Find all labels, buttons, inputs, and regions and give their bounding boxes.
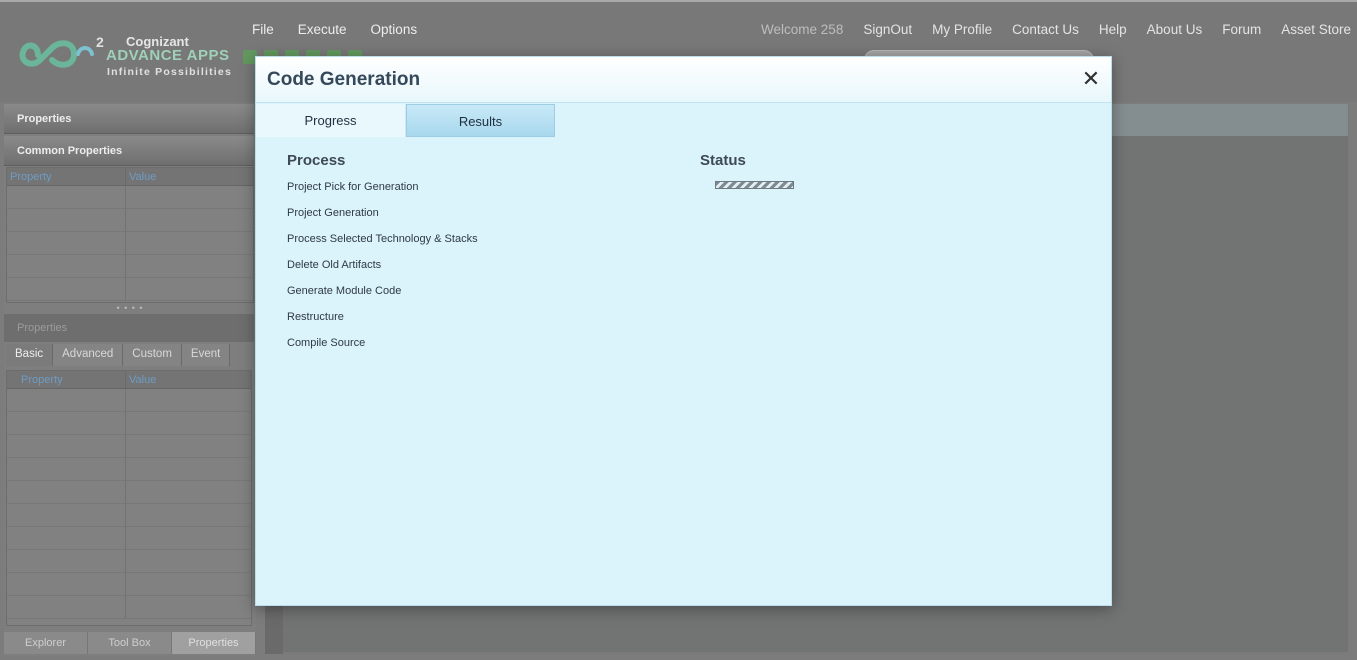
forum-link[interactable]: Forum <box>1222 22 1261 37</box>
logo-superscript: 2 <box>96 34 104 50</box>
workspace-gutter <box>265 604 283 654</box>
table-row[interactable] <box>7 435 251 458</box>
dialog-title: Code Generation <box>267 69 421 90</box>
grid-header-property[interactable]: Property <box>7 168 126 185</box>
tab-event[interactable]: Event <box>181 344 231 366</box>
process-list: Project Pick for Generation Project Gene… <box>287 181 478 363</box>
table-row[interactable] <box>7 209 253 232</box>
tab-advanced[interactable]: Advanced <box>53 344 124 366</box>
dialog-header: Code Generation ✕ <box>256 57 1111 103</box>
properties-grid: Property Value <box>6 370 252 626</box>
common-properties-title[interactable]: Common Properties <box>4 136 254 166</box>
code-generation-dialog: Code Generation ✕ Progress Results Proce… <box>255 56 1112 606</box>
close-icon[interactable]: ✕ <box>1081 68 1101 90</box>
list-item: Project Pick for Generation <box>287 181 419 193</box>
tab-explorer[interactable]: Explorer <box>4 632 88 654</box>
grid-header-property[interactable]: Property <box>7 371 126 388</box>
grid-header-value[interactable]: Value <box>126 371 159 388</box>
app-logo: 2 Cognizant ADVANCE APPS Infinite Possib… <box>18 34 238 82</box>
tab-basic[interactable]: Basic <box>6 344 54 366</box>
table-row[interactable] <box>7 481 251 504</box>
properties-panel-title: Properties <box>4 104 254 134</box>
left-panel: Properties Common Properties Property Va… <box>4 104 256 656</box>
table-row[interactable] <box>7 232 253 255</box>
logo-product: ADVANCE APPS <box>106 47 230 64</box>
grid-header: Property Value <box>7 168 253 186</box>
dialog-tabs: Progress Results <box>256 104 555 137</box>
logo-tagline: Infinite Possibilities <box>107 66 233 78</box>
list-item: Process Selected Technology & Stacks <box>287 233 478 245</box>
menu-execute[interactable]: Execute <box>298 22 347 37</box>
bottom-tabs: Explorer Tool Box Properties <box>4 632 256 654</box>
asset-store-link[interactable]: Asset Store <box>1281 22 1351 37</box>
signout-link[interactable]: SignOut <box>863 22 912 37</box>
help-link[interactable]: Help <box>1099 22 1127 37</box>
grid-header: Property Value <box>7 371 251 389</box>
menu-file[interactable]: File <box>252 22 274 37</box>
table-row[interactable] <box>7 389 251 412</box>
list-item: Delete Old Artifacts <box>287 259 382 271</box>
table-row[interactable] <box>7 596 251 619</box>
menu-options[interactable]: Options <box>371 22 418 37</box>
list-item: Generate Module Code <box>287 285 402 297</box>
tab-progress[interactable]: Progress <box>256 104 406 137</box>
tab-custom[interactable]: Custom <box>123 344 182 366</box>
tab-results[interactable]: Results <box>406 104 555 137</box>
contact-us-link[interactable]: Contact Us <box>1012 22 1079 37</box>
welcome-text: Welcome 258 <box>761 22 844 37</box>
grid-header-value[interactable]: Value <box>126 168 159 185</box>
top-navigation: Welcome 258 SignOut My Profile Contact U… <box>761 22 1351 37</box>
table-row[interactable] <box>7 412 251 435</box>
tab-toolbox[interactable]: Tool Box <box>88 632 172 654</box>
about-us-link[interactable]: About Us <box>1147 22 1203 37</box>
table-row[interactable] <box>7 527 251 550</box>
properties-subpanel-title: Properties <box>4 314 254 342</box>
properties-tabs: Basic Advanced Custom Event <box>6 344 231 366</box>
list-item: Restructure <box>287 311 344 323</box>
my-profile-link[interactable]: My Profile <box>932 22 992 37</box>
table-row[interactable] <box>7 458 251 481</box>
table-row[interactable] <box>7 573 251 596</box>
list-item: Compile Source <box>287 337 366 349</box>
process-heading: Process <box>287 152 346 169</box>
common-properties-grid: Property Value <box>6 167 254 303</box>
progress-bar <box>715 181 794 189</box>
status-heading: Status <box>700 152 746 169</box>
table-row[interactable] <box>7 186 253 209</box>
list-item: Project Generation <box>287 207 379 219</box>
tab-properties[interactable]: Properties <box>172 632 256 654</box>
table-row[interactable] <box>7 550 251 573</box>
table-row[interactable] <box>7 278 253 301</box>
table-row[interactable] <box>7 504 251 527</box>
main-menu: File Execute Options <box>252 22 417 37</box>
workspace-tab-strip <box>1112 104 1348 136</box>
panel-splitter[interactable]: • • • • <box>4 304 256 314</box>
table-row[interactable] <box>7 255 253 278</box>
infinity-logo-icon <box>19 40 94 68</box>
